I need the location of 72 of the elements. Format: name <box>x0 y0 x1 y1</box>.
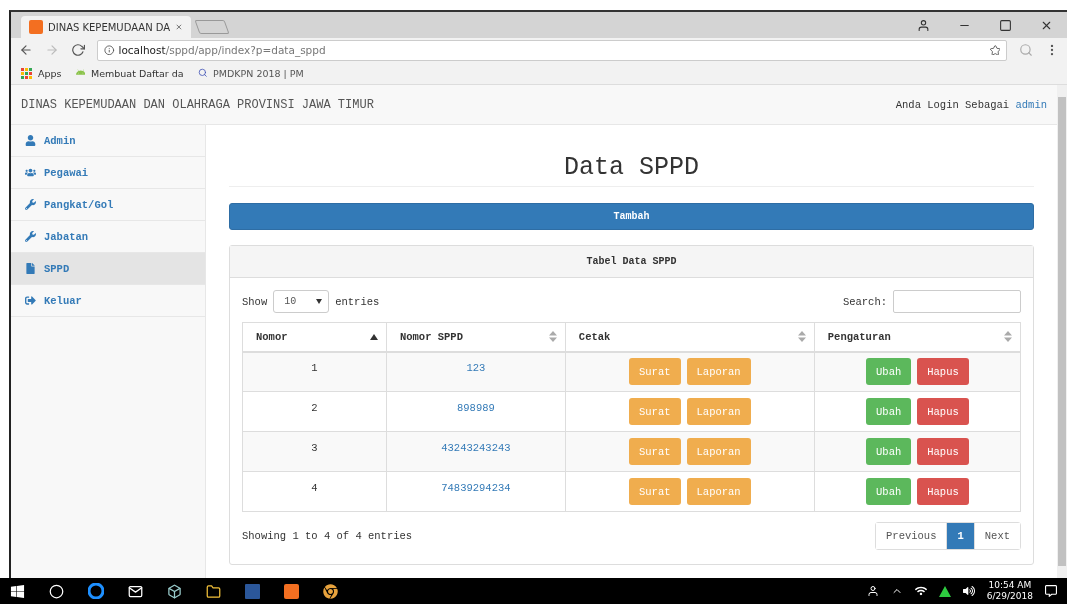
delete-button[interactable]: Hapus <box>917 358 969 386</box>
entries-select[interactable]: 10 <box>273 290 330 313</box>
chrome-icon[interactable] <box>323 583 338 599</box>
column-header[interactable]: Nomor <box>242 322 387 352</box>
user-link[interactable]: admin <box>1015 98 1047 111</box>
panel-heading: Tabel Data SPPD <box>230 246 1033 278</box>
delete-button[interactable]: Hapus <box>917 398 969 425</box>
profile-icon[interactable] <box>917 18 930 32</box>
user-icon <box>25 135 36 146</box>
info-icon <box>104 44 115 56</box>
site-title: DINAS KEPEMUDAAN DAN OLAHRAGA PROVINSI JAWA TIMUR <box>21 97 374 112</box>
box-icon[interactable] <box>167 583 182 599</box>
clock[interactable]: 10:54 AM 6/29/2018 <box>986 580 1033 602</box>
file-icon <box>25 263 36 274</box>
search-icon[interactable] <box>49 583 64 599</box>
users-icon <box>25 167 36 178</box>
sppd-number-link[interactable]: 898989 <box>457 401 495 414</box>
bookmark-link[interactable]: PMDKPN 2018 | PM <box>213 67 304 79</box>
sppd-number-link[interactable]: 74839294234 <box>441 481 511 494</box>
address-field[interactable]: localhost/sppd/app/index?p=data_sppd <box>97 39 1007 61</box>
scrollbar[interactable] <box>1057 85 1067 578</box>
notification-icon[interactable] <box>1045 585 1057 597</box>
table-cell: 3 <box>311 441 318 454</box>
apps-grid-icon <box>21 67 32 79</box>
table-cell: 1 <box>311 361 318 374</box>
bookmark-link[interactable]: Membuat Daftar da <box>91 67 184 79</box>
url-path: /sppd/app/index?p=data_sppd <box>165 44 326 56</box>
edit-button[interactable]: Ubah <box>866 438 912 465</box>
sppd-number-link[interactable]: 43243243243 <box>441 441 511 454</box>
wrench-icon <box>25 231 36 242</box>
caret-icon <box>316 299 323 304</box>
magnifier-icon <box>197 68 208 78</box>
browser-tab[interactable]: DINAS KEPEMUDAAN DA <box>21 16 191 38</box>
edit-button[interactable]: Ubah <box>866 478 912 505</box>
column-header[interactable]: Cetak <box>565 322 815 352</box>
volume-icon[interactable] <box>962 585 975 597</box>
windows-icon[interactable] <box>10 583 25 599</box>
wifi-icon[interactable] <box>914 585 927 597</box>
table-cell: 2 <box>311 401 318 414</box>
search-field[interactable] <box>893 290 1021 313</box>
url-host: localhost <box>118 44 166 56</box>
browser-icon[interactable] <box>88 583 104 599</box>
sppd-number-link[interactable]: 123 <box>466 361 486 374</box>
android-icon <box>75 68 85 78</box>
restore-icon[interactable] <box>999 18 1012 32</box>
triangle-icon[interactable] <box>938 585 951 597</box>
add-button[interactable]: Tambah <box>229 203 1034 230</box>
table-cell: 4 <box>311 481 318 494</box>
edit-button[interactable]: Ubah <box>866 358 912 386</box>
page-button[interactable]: 1 <box>946 523 974 549</box>
delete-button[interactable]: Hapus <box>917 478 969 505</box>
delete-button[interactable]: Hapus <box>917 438 969 465</box>
mail-icon[interactable] <box>128 583 143 599</box>
page-title: Data SPPD <box>229 153 1034 187</box>
sidebar-item[interactable]: SPPD <box>11 253 205 285</box>
entries-label: entries <box>335 295 380 308</box>
logout-icon <box>25 295 36 306</box>
search-label: Search: <box>842 295 887 308</box>
show-label: Show <box>242 295 268 308</box>
folder-icon[interactable] <box>206 583 221 599</box>
bookmark-link[interactable]: Apps <box>38 67 62 79</box>
reload-icon[interactable] <box>71 43 85 57</box>
back-icon[interactable] <box>19 43 33 57</box>
column-header[interactable]: Nomor SPPD <box>386 322 566 352</box>
table-info: Showing 1 to 4 of 4 entries <box>242 530 413 542</box>
column-header[interactable]: Pengaturan <box>814 322 1021 352</box>
login-status: Anda Login Sebagai admin <box>895 98 1047 111</box>
edit-button[interactable]: Ubah <box>866 398 912 425</box>
wrench-icon <box>25 199 36 210</box>
star-icon[interactable] <box>989 44 1000 56</box>
page-button[interactable]: Next <box>973 523 1020 549</box>
people-icon[interactable] <box>866 585 879 597</box>
